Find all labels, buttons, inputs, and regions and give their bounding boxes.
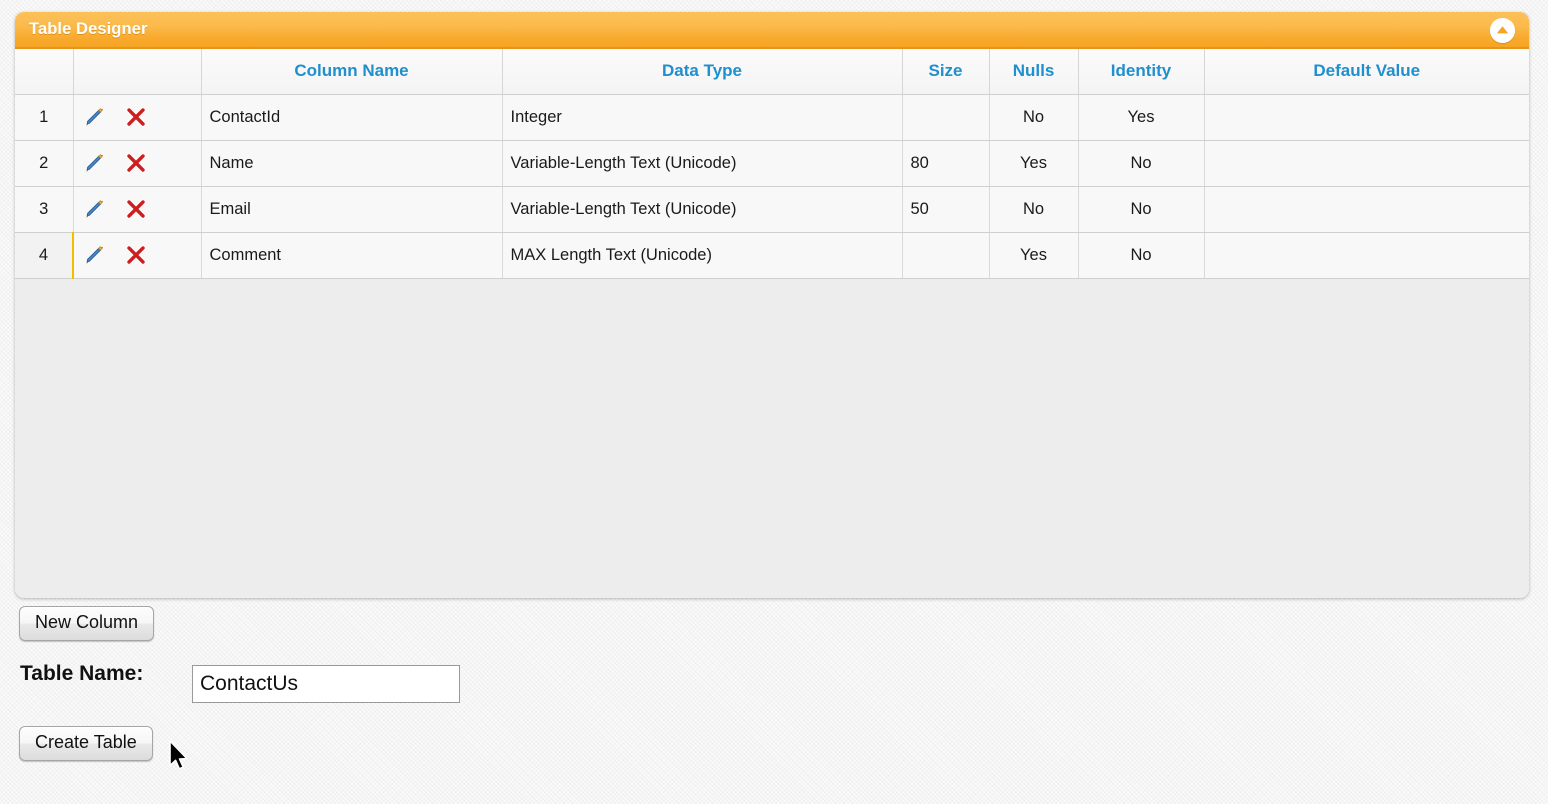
red-x-icon[interactable] bbox=[124, 105, 148, 129]
grid-body: 1 ContactId Integer No Yes 2 Name Variable-Leng… bbox=[15, 94, 1529, 279]
cell-nulls[interactable]: No bbox=[989, 186, 1079, 233]
page-title: Table Designer bbox=[29, 20, 148, 38]
table-name-input[interactable] bbox=[192, 665, 460, 703]
red-x-icon[interactable] bbox=[124, 243, 148, 267]
table-row[interactable]: 2 Name Variable-Length Text (Unicode) 80 Yes… bbox=[15, 140, 1529, 187]
col-header-data-type[interactable]: Data Type bbox=[502, 49, 903, 95]
red-x-icon[interactable] bbox=[124, 151, 148, 175]
app-root: Table Designer Column Name Data Type Siz… bbox=[0, 0, 1548, 804]
row-actions bbox=[73, 94, 202, 141]
cell-size[interactable] bbox=[902, 231, 990, 279]
cell-default-value[interactable] bbox=[1204, 186, 1529, 233]
col-header-size[interactable]: Size bbox=[902, 49, 990, 95]
collapse-panel-button[interactable] bbox=[1490, 18, 1515, 43]
cell-identity[interactable]: No bbox=[1078, 140, 1205, 187]
col-header-actions bbox=[73, 49, 202, 95]
table-row[interactable]: 4 Comment MAX Length Text (Unicode) Yes No bbox=[15, 231, 1529, 279]
col-header-rownum bbox=[15, 49, 74, 95]
row-number: 4 bbox=[15, 231, 74, 279]
arrow-pointer-icon bbox=[168, 740, 192, 779]
cell-data-type[interactable]: MAX Length Text (Unicode) bbox=[502, 231, 903, 279]
chevron-up-circle-icon bbox=[1490, 18, 1515, 43]
cell-data-type[interactable]: Integer bbox=[502, 94, 903, 141]
col-header-nulls[interactable]: Nulls bbox=[989, 49, 1079, 95]
cell-default-value[interactable] bbox=[1204, 94, 1529, 141]
cell-nulls[interactable]: No bbox=[989, 94, 1079, 141]
panel-header: Table Designer bbox=[15, 12, 1529, 49]
col-header-column-name[interactable]: Column Name bbox=[201, 49, 503, 95]
cell-identity[interactable]: No bbox=[1078, 231, 1205, 279]
col-header-identity[interactable]: Identity bbox=[1078, 49, 1205, 95]
pencil-icon[interactable] bbox=[82, 243, 106, 267]
grid-empty-area bbox=[15, 278, 1529, 598]
red-x-icon[interactable] bbox=[124, 197, 148, 221]
cell-data-type[interactable]: Variable-Length Text (Unicode) bbox=[502, 186, 903, 233]
create-table-button[interactable]: Create Table bbox=[19, 726, 153, 761]
table-row[interactable]: 1 ContactId Integer No Yes bbox=[15, 94, 1529, 141]
cell-size[interactable]: 50 bbox=[902, 186, 990, 233]
cell-identity[interactable]: Yes bbox=[1078, 94, 1205, 141]
new-column-button[interactable]: New Column bbox=[19, 606, 155, 641]
cell-nulls[interactable]: Yes bbox=[989, 140, 1079, 187]
cell-nulls[interactable]: Yes bbox=[989, 231, 1079, 279]
pencil-icon[interactable] bbox=[82, 151, 106, 175]
cell-column-name[interactable]: Comment bbox=[201, 231, 503, 279]
col-header-default-value[interactable]: Default Value bbox=[1204, 49, 1529, 95]
pencil-icon[interactable] bbox=[82, 197, 106, 221]
pencil-icon[interactable] bbox=[82, 105, 106, 129]
cell-identity[interactable]: No bbox=[1078, 186, 1205, 233]
cell-size[interactable] bbox=[902, 94, 990, 141]
columns-grid: Column Name Data Type Size Nulls Identit… bbox=[15, 49, 1529, 279]
row-number: 2 bbox=[15, 140, 74, 187]
row-number: 1 bbox=[15, 94, 74, 141]
table-row[interactable]: 3 Email Variable-Length Text (Unicode) 50 No… bbox=[15, 186, 1529, 233]
cell-column-name[interactable]: Name bbox=[201, 140, 503, 187]
cell-column-name[interactable]: Email bbox=[201, 186, 503, 233]
cell-default-value[interactable] bbox=[1204, 140, 1529, 187]
row-actions bbox=[73, 140, 202, 187]
cell-size[interactable]: 80 bbox=[902, 140, 990, 187]
table-name-label: Table Name: bbox=[20, 662, 144, 685]
row-number: 3 bbox=[15, 186, 74, 233]
row-actions bbox=[73, 231, 202, 279]
grid-header-row: Column Name Data Type Size Nulls Identit… bbox=[15, 49, 1529, 95]
cell-default-value[interactable] bbox=[1204, 231, 1529, 279]
cell-column-name[interactable]: ContactId bbox=[201, 94, 503, 141]
columns-grid-container: Column Name Data Type Size Nulls Identit… bbox=[15, 49, 1529, 598]
row-actions bbox=[73, 186, 202, 233]
cell-data-type[interactable]: Variable-Length Text (Unicode) bbox=[502, 140, 903, 187]
table-designer-panel: Table Designer Column Name Data Type Siz… bbox=[15, 12, 1529, 598]
